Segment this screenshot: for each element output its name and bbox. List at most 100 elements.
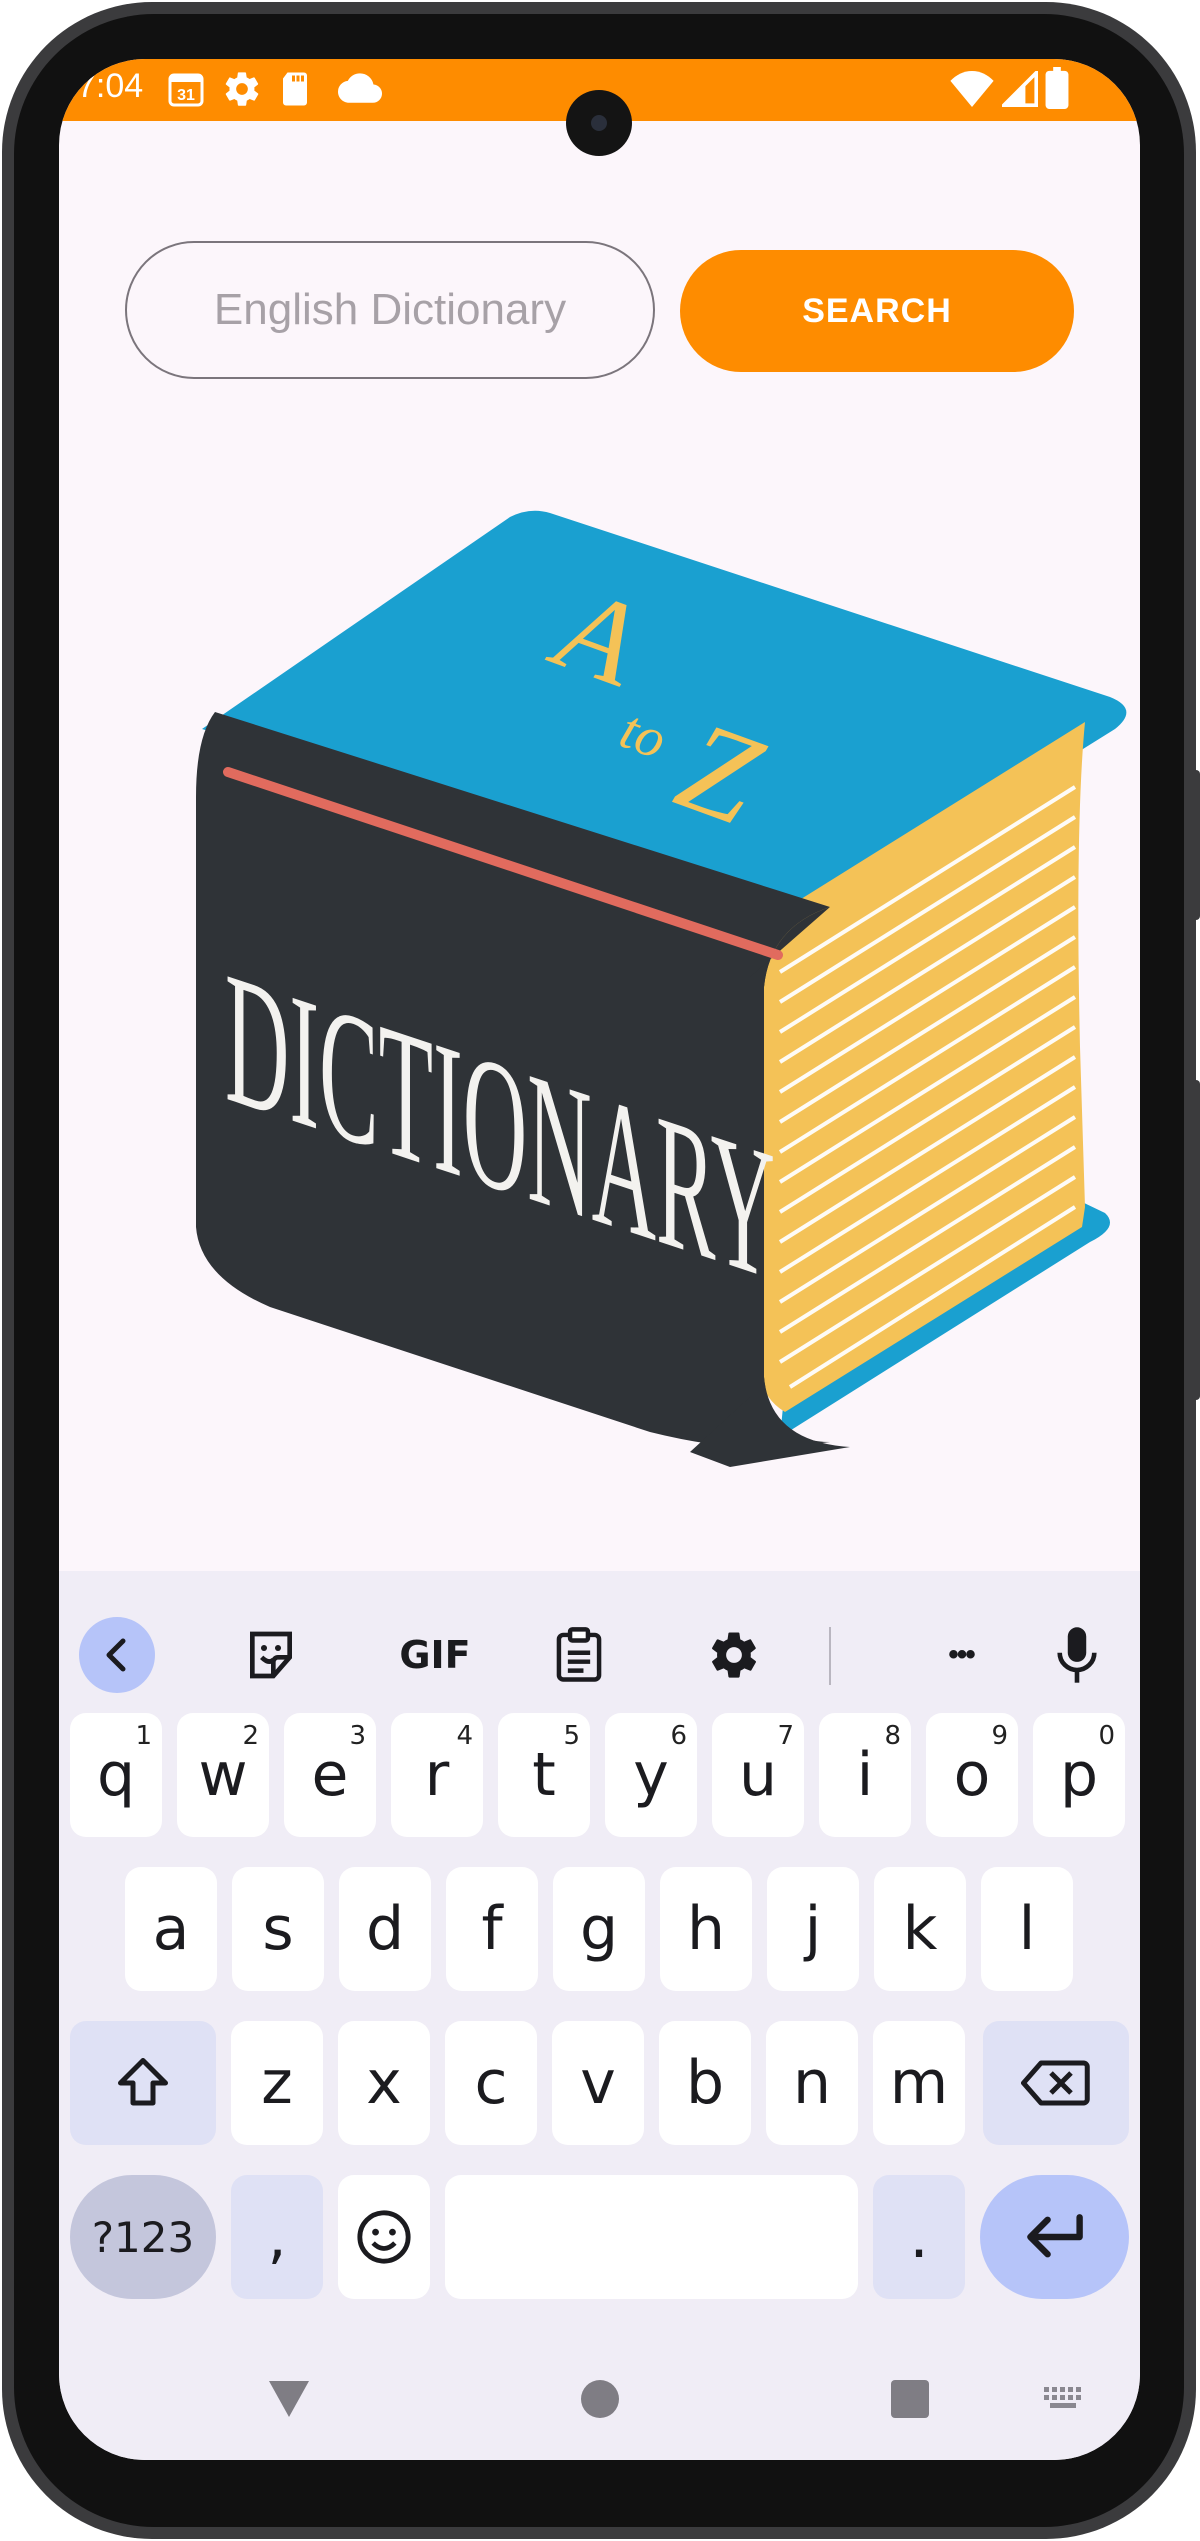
home-icon[interactable] — [580, 2379, 620, 2424]
key-label: h — [686, 1894, 726, 1964]
period-key-label: . — [909, 2202, 929, 2272]
soft-keyboard — [59, 1571, 1140, 2460]
key-x[interactable]: x — [338, 2021, 430, 2145]
key-label: y — [633, 1740, 669, 1810]
more-label: ••• — [948, 1638, 975, 1671]
back-chevron-icon[interactable] — [77, 1615, 157, 1695]
signal-icon — [999, 68, 1038, 112]
settings-icon — [222, 69, 262, 114]
key-p[interactable]: p0 — [1033, 1713, 1125, 1837]
gear-icon[interactable] — [694, 1615, 774, 1695]
dictionary-book-illustration: DICTIONARY A to Z — [196, 510, 1127, 1467]
key-label: j — [804, 1894, 822, 1964]
svg-text:31: 31 — [177, 87, 195, 104]
key-d[interactable]: d — [339, 1867, 431, 1991]
symbols-key[interactable]: ?123 — [70, 2175, 216, 2299]
navigation-bar — [59, 2357, 1140, 2460]
mic-icon[interactable] — [1037, 1615, 1117, 1695]
key-label: b — [685, 2048, 725, 2118]
key-l[interactable]: l — [981, 1867, 1073, 1991]
wifi-icon — [950, 71, 994, 112]
key-b[interactable]: b — [659, 2021, 751, 2145]
shift-icon — [118, 2058, 168, 2106]
screen: 7:04 31 English Dictionary SEARCH DICTIO… — [59, 59, 1140, 2460]
key-t[interactable]: t5 — [498, 1713, 590, 1837]
comma-key[interactable]: , — [231, 2175, 323, 2299]
key-q[interactable]: q1 — [70, 1713, 162, 1837]
key-k[interactable]: k — [874, 1867, 966, 1991]
front-camera — [566, 90, 632, 156]
clipboard-icon[interactable] — [539, 1615, 619, 1695]
status-time: 7:04 — [77, 67, 144, 105]
key-hint: 0 — [1098, 1721, 1115, 1751]
back-icon[interactable] — [265, 2377, 313, 2426]
search-input[interactable]: English Dictionary — [125, 241, 655, 379]
key-label: l — [1018, 1894, 1036, 1964]
enter-key[interactable] — [980, 2175, 1129, 2299]
key-label: s — [262, 1894, 294, 1964]
key-label: n — [792, 2048, 832, 2118]
key-label: x — [366, 2048, 402, 2118]
battery-icon — [1045, 67, 1069, 114]
period-key[interactable]: . — [873, 2175, 965, 2299]
search-placeholder: English Dictionary — [213, 285, 567, 334]
key-hint: 9 — [991, 1721, 1008, 1751]
key-label: o — [953, 1740, 991, 1810]
key-z[interactable]: z — [231, 2021, 323, 2145]
toolbar-divider — [829, 1627, 831, 1685]
key-s[interactable]: s — [232, 1867, 324, 1991]
key-hint: 5 — [563, 1721, 580, 1751]
calendar-icon: 31 — [166, 69, 206, 114]
key-hint: 7 — [777, 1721, 794, 1751]
key-u[interactable]: u7 — [712, 1713, 804, 1837]
key-label: m — [889, 2048, 949, 2118]
key-c[interactable]: c — [445, 2021, 537, 2145]
key-label: u — [738, 1740, 778, 1810]
key-r[interactable]: r4 — [391, 1713, 483, 1837]
key-n[interactable]: n — [766, 2021, 858, 2145]
key-label: a — [152, 1894, 190, 1964]
key-a[interactable]: a — [125, 1867, 217, 1991]
search-button[interactable]: SEARCH — [680, 250, 1074, 372]
keyboard-switch-icon[interactable] — [1042, 2385, 1088, 2420]
sd-card-icon — [277, 69, 313, 114]
emoji-icon — [357, 2210, 411, 2264]
comma-key-label: , — [267, 2202, 287, 2272]
shift-key[interactable] — [70, 2021, 216, 2145]
symbols-key-label: ?123 — [91, 2212, 195, 2262]
gif-icon[interactable]: GIF — [385, 1615, 485, 1695]
key-j[interactable]: j — [767, 1867, 859, 1991]
key-hint: 6 — [670, 1721, 687, 1751]
key-hint: 1 — [135, 1721, 152, 1751]
key-f[interactable]: f — [446, 1867, 538, 1991]
key-o[interactable]: o9 — [926, 1713, 1018, 1837]
key-h[interactable]: h — [660, 1867, 752, 1991]
key-m[interactable]: m — [873, 2021, 965, 2145]
power-button — [1192, 770, 1200, 920]
emoji-key[interactable] — [338, 2175, 430, 2299]
key-g[interactable]: g — [553, 1867, 645, 1991]
key-hint: 2 — [242, 1721, 259, 1751]
key-i[interactable]: i8 — [819, 1713, 911, 1837]
key-y[interactable]: y6 — [605, 1713, 697, 1837]
sticker-icon[interactable] — [231, 1615, 311, 1695]
key-label: e — [311, 1740, 349, 1810]
key-e[interactable]: e3 — [284, 1713, 376, 1837]
cloud-icon — [338, 73, 382, 110]
space-key[interactable] — [445, 2175, 858, 2299]
key-w[interactable]: w2 — [177, 1713, 269, 1837]
backspace-key[interactable] — [983, 2021, 1129, 2145]
key-v[interactable]: v — [552, 2021, 644, 2145]
key-hint: 8 — [884, 1721, 901, 1751]
key-label: i — [856, 1740, 874, 1810]
key-label: q — [96, 1740, 136, 1810]
backspace-icon — [1021, 2060, 1090, 2106]
enter-icon — [1026, 2214, 1083, 2258]
search-button-label: SEARCH — [802, 291, 952, 330]
key-label: g — [579, 1894, 619, 1964]
key-label: w — [198, 1740, 248, 1810]
more-icon[interactable]: ••• — [921, 1615, 1001, 1695]
key-label: z — [261, 2048, 293, 2118]
gif-label: GIF — [399, 1633, 471, 1677]
recents-icon[interactable] — [890, 2379, 930, 2424]
